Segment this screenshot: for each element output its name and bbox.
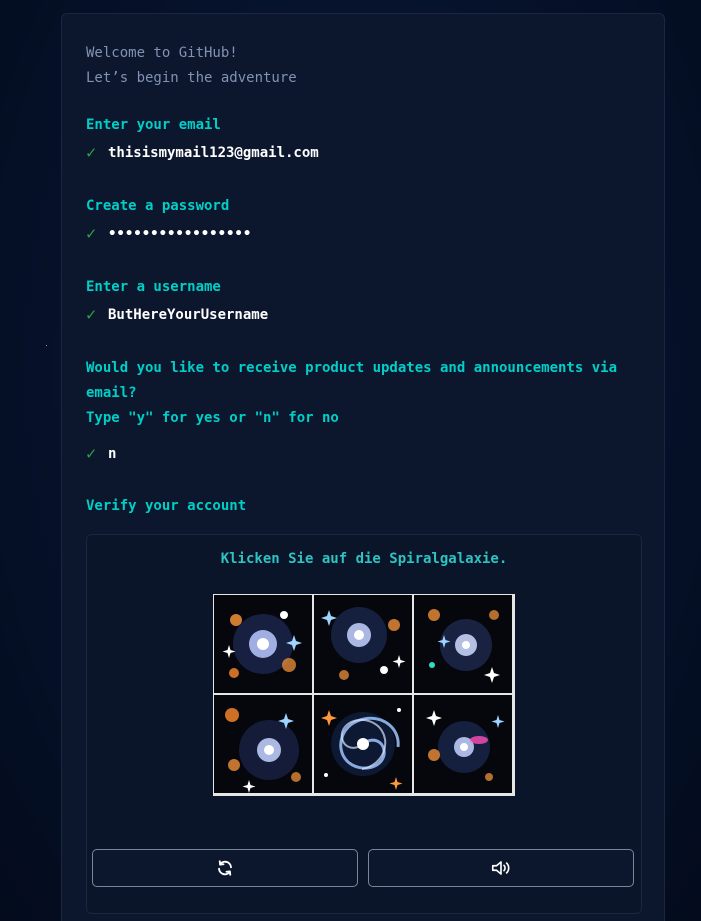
captcha-tile-4[interactable] — [214, 695, 312, 793]
password-value: ••••••••••••••••• — [108, 226, 252, 242]
page-background: Welcome to GitHub! Let’s begin the adven… — [0, 0, 701, 921]
check-icon: ✓ — [86, 305, 97, 325]
captcha-tile-3[interactable] — [414, 595, 512, 693]
captcha-panel: Klicken Sie auf die Spiralgalaxie. — [86, 534, 642, 914]
star-cluster-image — [214, 695, 312, 793]
audio-captcha-button[interactable] — [368, 849, 634, 887]
welcome-text: Welcome to GitHub! Let’s begin the adven… — [86, 41, 297, 91]
captcha-tile-1[interactable] — [214, 595, 312, 693]
captcha-tile-5[interactable] — [314, 695, 412, 793]
check-icon: ✓ — [86, 224, 97, 244]
password-answer[interactable]: ✓ ••••••••••••••••• — [86, 224, 251, 244]
audio-icon — [491, 861, 510, 875]
email-prompt: Enter your email — [86, 117, 221, 133]
updates-prompt-line2: email? — [86, 385, 137, 401]
updates-value: n — [108, 446, 117, 462]
signup-card: Welcome to GitHub! Let’s begin the adven… — [61, 13, 665, 921]
email-answer[interactable]: ✓ thisismymail123@gmail.com — [86, 143, 319, 163]
check-icon: ✓ — [86, 143, 97, 163]
star-cluster-image — [414, 595, 512, 693]
updates-prompt: Would you like to receive product update… — [86, 356, 617, 431]
reload-captcha-button[interactable] — [92, 849, 358, 887]
captcha-tile-6[interactable] — [414, 695, 512, 793]
spiral-galaxy-image — [314, 695, 412, 793]
welcome-subtitle: Let’s begin the adventure — [86, 70, 297, 86]
verify-prompt: Verify your account — [86, 498, 247, 514]
welcome-title: Welcome to GitHub! — [86, 45, 238, 61]
captcha-image-grid — [213, 594, 515, 796]
username-value: ButHereYourUsername — [108, 307, 269, 323]
email-value: thisismymail123@gmail.com — [108, 145, 319, 161]
password-prompt: Create a password — [86, 198, 230, 214]
username-prompt: Enter a username — [86, 279, 221, 295]
updates-prompt-line1: Would you like to receive product update… — [86, 360, 618, 376]
star-cluster-image — [414, 695, 512, 793]
updates-answer[interactable]: ✓ n — [86, 444, 116, 464]
updates-prompt-line3: Type "y" for yes or "n" for no — [86, 410, 339, 426]
check-icon: ✓ — [86, 444, 97, 464]
stray-dot — [46, 345, 47, 346]
username-answer[interactable]: ✓ ButHereYourUsername — [86, 305, 268, 325]
star-cluster-image — [314, 595, 412, 693]
star-cluster-image — [214, 595, 312, 693]
reload-icon — [218, 860, 232, 876]
captcha-tile-2[interactable] — [314, 595, 412, 693]
captcha-instruction: Klicken Sie auf die Spiralgalaxie. — [220, 551, 508, 567]
